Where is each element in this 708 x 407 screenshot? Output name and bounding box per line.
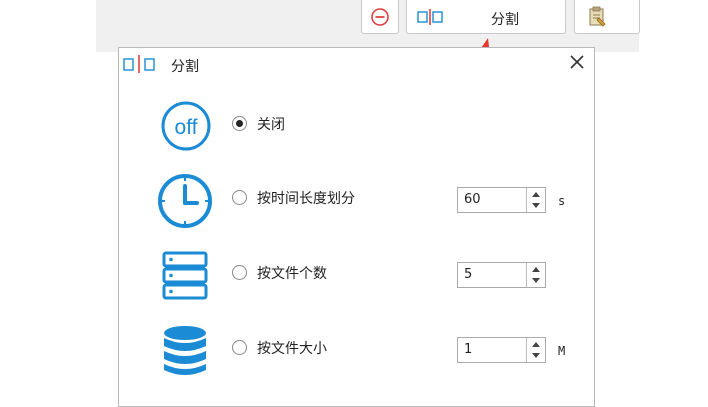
option-by-time-label: 按时间长度划分 xyxy=(257,191,355,207)
file-size-stepper[interactable]: 1 xyxy=(457,337,546,363)
file-count-stepper[interactable]: 5 xyxy=(457,262,546,288)
up-down-arrows-icon xyxy=(532,192,540,208)
file-size-unit: M xyxy=(558,344,566,358)
radio-by-file-count[interactable] xyxy=(232,265,247,280)
database-icon xyxy=(164,326,206,375)
file-count-stepper-buttons[interactable] xyxy=(526,263,545,287)
file-size-stepper-buttons[interactable] xyxy=(526,338,545,362)
radio-by-time[interactable] xyxy=(232,190,247,205)
up-down-arrows-icon xyxy=(532,342,540,358)
file-count-value: 5 xyxy=(464,267,473,282)
time-value: 60 xyxy=(464,192,481,207)
option-by-file-size-label: 按文件大小 xyxy=(257,341,327,357)
split-dialog: 分割 off 关闭 按时间长度划分 60 s 按文件个数 5 按文件大小 1 M xyxy=(118,47,595,407)
server-icon xyxy=(162,251,208,300)
time-stepper-buttons[interactable] xyxy=(526,188,545,212)
radio-by-file-size[interactable] xyxy=(232,340,247,355)
option-off-label: 关闭 xyxy=(257,117,285,133)
time-stepper[interactable]: 60 xyxy=(457,187,546,213)
time-unit: s xyxy=(558,194,566,208)
split-icon xyxy=(123,55,155,73)
dialog-title: 分割 xyxy=(171,59,199,75)
close-icon[interactable] xyxy=(567,52,587,72)
clock-icon xyxy=(158,174,212,228)
option-by-file-count-label: 按文件个数 xyxy=(257,266,327,282)
radio-off[interactable] xyxy=(232,116,247,131)
off-icon: off xyxy=(161,101,211,151)
file-size-value: 1 xyxy=(464,342,473,357)
svg-text:off: off xyxy=(175,116,198,139)
up-down-arrows-icon xyxy=(532,267,540,283)
